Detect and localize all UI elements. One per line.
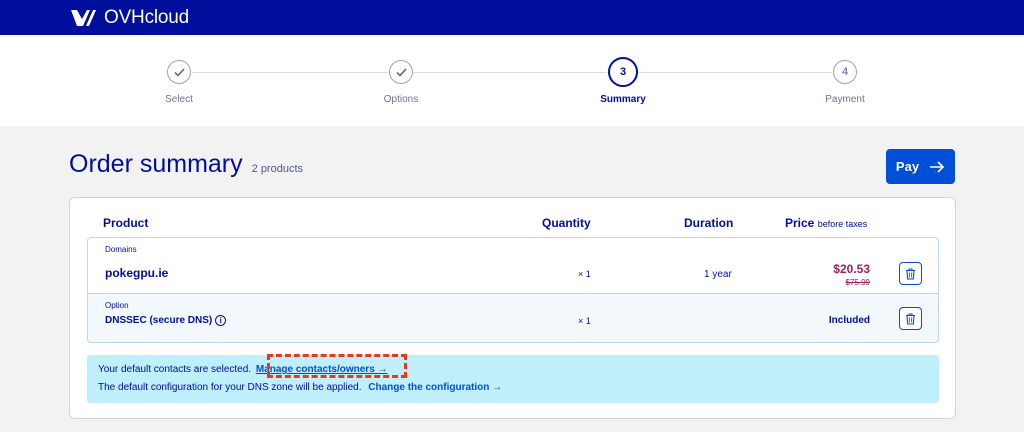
- brand-logo[interactable]: OVHcloud: [68, 7, 189, 29]
- row-category: Domains: [105, 245, 137, 254]
- delete-button[interactable]: [899, 262, 922, 285]
- step-payment: 4 Payment: [795, 60, 895, 105]
- page-title: Order summary: [69, 150, 243, 178]
- step-label: Options: [383, 94, 419, 105]
- row-product-name: pokegpu.ie: [105, 266, 169, 280]
- table-row: Domains pokegpu.ie × 1 1 year $20.53 $75…: [87, 237, 939, 294]
- trash-icon: [906, 312, 915, 325]
- summary-header: Order summary 2 products: [69, 150, 303, 179]
- row-category: Option: [105, 301, 129, 310]
- step-check-icon: [167, 60, 191, 84]
- header-product: Product: [103, 216, 149, 230]
- row-quantity: × 1: [578, 269, 591, 279]
- arrow-right-icon: [930, 160, 945, 173]
- pay-button[interactable]: Pay: [886, 149, 955, 184]
- step-number: 4: [833, 60, 857, 84]
- delete-button[interactable]: [899, 307, 922, 330]
- manage-contacts-link[interactable]: Manage contacts/owners →: [256, 364, 388, 375]
- row-price: $20.53 $75.99: [833, 262, 870, 287]
- trash-icon: [906, 267, 915, 280]
- step-label: Select: [165, 94, 193, 105]
- header-price-note: before taxes: [817, 219, 868, 229]
- step-label: Summary: [600, 94, 646, 105]
- change-configuration-link[interactable]: Change the configuration →: [368, 382, 502, 393]
- table-row: Option DNSSEC (secure DNS) i × 1 Included: [87, 294, 939, 343]
- notice-line: Your default contacts are selected. Mana…: [98, 364, 388, 375]
- step-number: 3: [608, 57, 638, 87]
- step-options[interactable]: Options: [351, 60, 451, 105]
- row-product-name: DNSSEC (secure DNS): [105, 315, 213, 326]
- top-bar: OVHcloud: [0, 0, 1024, 35]
- notice-text: Your default contacts are selected.: [98, 364, 252, 375]
- notice-line: The default configuration for your DNS z…: [98, 382, 502, 393]
- pay-label: Pay: [895, 159, 920, 174]
- step-label: Payment: [825, 94, 865, 105]
- notice-text: The default configuration for your DNS z…: [98, 382, 362, 393]
- original-price: $75.99: [845, 278, 870, 287]
- step-select[interactable]: Select: [129, 60, 229, 105]
- info-icon[interactable]: i: [215, 315, 227, 326]
- contacts-notice: Your default contacts are selected. Mana…: [87, 355, 939, 403]
- row-price-included: Included: [828, 315, 870, 326]
- ovhcloud-logo-icon: [71, 10, 96, 26]
- order-summary-card: Product Quantity Duration Price before t…: [69, 197, 956, 419]
- product-count: 2 products: [251, 163, 304, 175]
- brand-name: OVHcloud: [104, 7, 189, 28]
- row-duration: 1 year: [704, 269, 732, 280]
- header-quantity: Quantity: [542, 216, 591, 230]
- header-duration: Duration: [684, 216, 734, 230]
- row-product: DNSSEC (secure DNS) i: [105, 315, 227, 326]
- step-check-icon: [389, 60, 413, 84]
- step-summary: 3 Summary: [573, 57, 673, 105]
- header-price: Price before taxes: [785, 216, 867, 230]
- row-quantity: × 1: [578, 316, 591, 326]
- current-price: $20.53: [833, 262, 870, 276]
- header-price-label: Price: [785, 216, 815, 230]
- checkout-stepper: Select Options 3 Summary 4 Payment: [0, 35, 1024, 126]
